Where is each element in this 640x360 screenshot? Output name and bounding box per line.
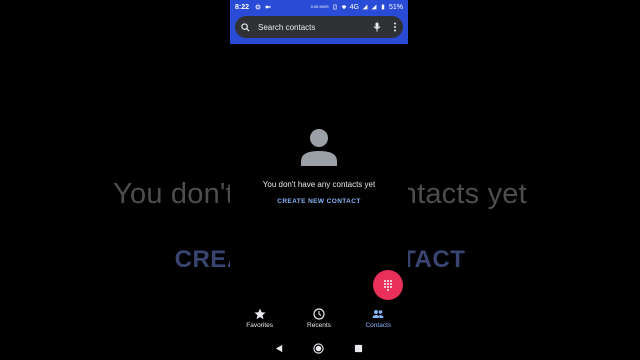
person-icon bbox=[301, 129, 337, 166]
tab-contacts-label: Contacts bbox=[365, 322, 392, 329]
dialpad-icon bbox=[384, 280, 392, 291]
tab-recents[interactable]: Recents bbox=[294, 308, 344, 329]
tab-favorites-label: Favorites bbox=[246, 322, 274, 329]
battery-icon bbox=[381, 4, 385, 10]
gear-icon bbox=[255, 4, 261, 10]
people-icon bbox=[372, 310, 384, 318]
bottom-navigation: Favorites Recents Contacts bbox=[230, 308, 408, 336]
mic-icon[interactable] bbox=[373, 22, 381, 32]
more-vert-icon[interactable] bbox=[393, 22, 397, 32]
vibrate-icon bbox=[333, 4, 337, 10]
signal-icon-2 bbox=[371, 4, 377, 10]
wifi-icon bbox=[341, 5, 347, 10]
dialpad-fab[interactable] bbox=[373, 270, 403, 300]
overview-icon[interactable] bbox=[354, 344, 363, 353]
signal-icon bbox=[362, 4, 368, 10]
home-icon[interactable] bbox=[313, 342, 325, 354]
phone-screen: 8:22 0.00 KB/S 4G 51% Search contacts Yo… bbox=[230, 0, 408, 360]
search-icon[interactable] bbox=[241, 22, 250, 32]
status-bar: 8:22 0.00 KB/S 4G 51% bbox=[230, 0, 408, 44]
tab-contacts[interactable]: Contacts bbox=[353, 308, 403, 329]
video-icon bbox=[265, 5, 271, 9]
data-rate: 0.00 KB/S bbox=[310, 4, 329, 9]
network-type: 4G bbox=[349, 3, 359, 11]
star-icon bbox=[254, 308, 266, 320]
status-row: 8:22 0.00 KB/S 4G 51% bbox=[230, 2, 408, 12]
empty-message: You don't have any contacts yet bbox=[262, 180, 376, 189]
search-input[interactable] bbox=[258, 22, 358, 32]
status-time: 8:22 bbox=[235, 3, 250, 11]
clock-icon bbox=[313, 308, 325, 320]
system-navigation bbox=[230, 340, 408, 356]
search-bar[interactable] bbox=[235, 16, 403, 38]
create-new-contact-button[interactable]: CREATE NEW CONTACT bbox=[230, 198, 408, 205]
back-icon[interactable] bbox=[275, 344, 284, 353]
battery-level: 51% bbox=[388, 3, 403, 11]
tab-recents-label: Recents bbox=[307, 322, 331, 329]
tab-favorites[interactable]: Favorites bbox=[235, 308, 285, 329]
